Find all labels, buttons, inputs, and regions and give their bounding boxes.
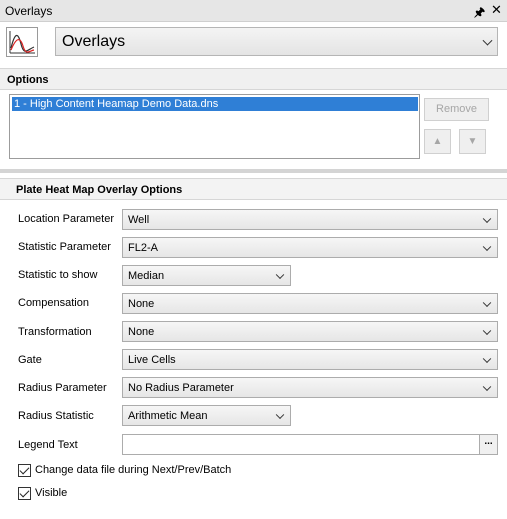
location-parameter-select[interactable]: Well xyxy=(122,209,498,230)
statistic-to-show-select[interactable]: Median xyxy=(122,265,291,286)
section-divider xyxy=(0,169,507,173)
chevron-down-icon xyxy=(482,354,492,363)
statistic-parameter-select[interactable]: FL2-A xyxy=(122,237,498,258)
chevron-down-icon xyxy=(482,35,493,46)
heatmap-heading: Plate Heat Map Overlay Options xyxy=(16,184,183,196)
statistic-to-show-label: Statistic to show xyxy=(18,269,98,281)
pin-icon[interactable]: 🖈 xyxy=(474,3,485,24)
overlay-list[interactable]: 1 - High Content Heamap Demo Data.dns xyxy=(9,94,420,159)
transformation-select[interactable]: None xyxy=(122,321,498,342)
visible-checkbox[interactable] xyxy=(18,487,31,500)
gate-value: Live Cells xyxy=(128,354,176,366)
location-parameter-value: Well xyxy=(128,214,150,226)
compensation-label: Compensation xyxy=(18,297,89,309)
options-heading: Options xyxy=(7,74,49,86)
overlay-type-value: Overlays xyxy=(62,33,126,50)
heatmap-section-header: Plate Heat Map Overlay Options xyxy=(0,178,507,200)
chevron-down-icon xyxy=(482,326,492,335)
options-section-header: Options xyxy=(0,68,507,90)
move-down-button[interactable]: ▼ xyxy=(459,129,486,154)
radius-parameter-select[interactable]: No Radius Parameter xyxy=(122,377,498,398)
radius-parameter-value: No Radius Parameter xyxy=(128,382,234,394)
statistic-parameter-label: Statistic Parameter xyxy=(18,241,111,253)
transformation-label: Transformation xyxy=(18,326,92,338)
gate-select[interactable]: Live Cells xyxy=(122,349,498,370)
chevron-down-icon xyxy=(482,242,492,251)
chevron-down-icon xyxy=(482,298,492,307)
overlay-type-select[interactable]: Overlays xyxy=(55,27,498,56)
chevron-down-icon xyxy=(275,270,285,279)
up-arrow-icon: ▲ xyxy=(432,136,443,147)
window-title: Overlays xyxy=(5,4,53,18)
list-item[interactable]: 1 - High Content Heamap Demo Data.dns xyxy=(12,97,418,111)
remove-button[interactable]: Remove xyxy=(424,98,489,121)
radius-parameter-label: Radius Parameter xyxy=(18,382,107,394)
statistic-parameter-value: FL2-A xyxy=(128,242,158,254)
window-titlebar: Overlays 🖈 ✕ xyxy=(0,0,507,22)
change-data-file-label: Change data file during Next/Prev/Batch xyxy=(35,464,232,476)
radius-statistic-select[interactable]: Arithmetic Mean xyxy=(122,405,291,426)
close-icon[interactable]: ✕ xyxy=(491,2,502,18)
transformation-value: None xyxy=(128,326,155,338)
chevron-down-icon xyxy=(482,214,492,223)
legend-text-input[interactable]: ... xyxy=(122,434,498,455)
visible-label: Visible xyxy=(35,487,68,499)
statistic-to-show-value: Median xyxy=(128,270,165,282)
compensation-value: None xyxy=(128,298,155,310)
down-arrow-icon: ▼ xyxy=(467,136,478,147)
legend-text-browse-button[interactable]: ... xyxy=(479,435,497,454)
radius-statistic-label: Radius Statistic xyxy=(18,410,94,422)
location-parameter-label: Location Parameter xyxy=(18,213,114,225)
compensation-select[interactable]: None xyxy=(122,293,498,314)
move-up-button[interactable]: ▲ xyxy=(424,129,451,154)
radius-statistic-value: Arithmetic Mean xyxy=(128,410,208,422)
overlay-header: Overlays xyxy=(0,22,507,64)
chevron-down-icon xyxy=(275,410,285,419)
chevron-down-icon xyxy=(482,382,492,391)
overlay-chart-icon xyxy=(6,27,38,57)
legend-text-label: Legend Text xyxy=(18,439,78,451)
gate-label: Gate xyxy=(18,354,42,366)
change-data-file-checkbox[interactable] xyxy=(18,464,31,477)
